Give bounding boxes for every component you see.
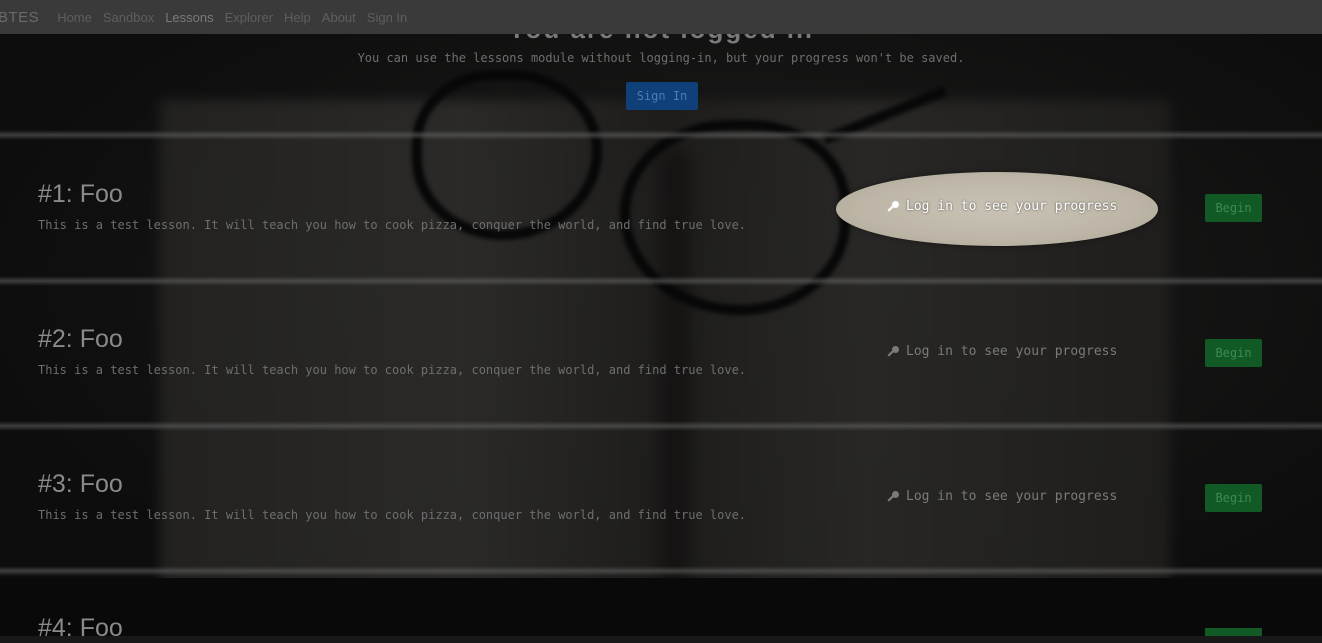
key-icon <box>887 200 899 212</box>
nav-sandbox[interactable]: Sandbox <box>103 10 154 25</box>
lesson-title: #3: Foo <box>38 470 123 498</box>
nav-explorer[interactable]: Explorer <box>225 10 273 25</box>
begin-button[interactable]: Begin <box>1205 339 1262 367</box>
key-icon <box>887 490 899 502</box>
lesson-description: This is a test lesson. It will teach you… <box>38 363 747 377</box>
nav-lessons[interactable]: Lessons <box>165 10 213 25</box>
progress-label: Log in to see your progress <box>906 199 1118 214</box>
progress-status[interactable]: Log in to see your progress <box>886 489 1117 504</box>
sign-in-button[interactable]: Sign In <box>626 82 698 110</box>
page-subtitle: You can use the lessons module without l… <box>357 51 965 65</box>
key-icon <box>887 345 899 357</box>
lessons-page: You are not logged in You can use the le… <box>0 0 1322 642</box>
begin-button[interactable]: Begin <box>1205 484 1262 512</box>
lesson-title: #4: Foo <box>38 614 123 642</box>
lesson-description: This is a test lesson. It will teach you… <box>38 508 747 522</box>
progress-label: Log in to see your progress <box>906 344 1118 359</box>
begin-button[interactable]: Begin <box>1205 194 1262 222</box>
top-navbar: BTES Home Sandbox Lessons Explorer Help … <box>0 0 1322 34</box>
nav-sign-in[interactable]: Sign In <box>367 10 407 25</box>
progress-status[interactable]: Log in to see your progress <box>886 344 1117 359</box>
lesson-title: #2: Foo <box>38 325 123 353</box>
lesson-title: #1: Foo <box>38 180 123 208</box>
brand-logo[interactable]: BTES <box>0 9 39 26</box>
progress-label: Log in to see your progress <box>906 489 1118 504</box>
nav-about[interactable]: About <box>322 10 356 25</box>
begin-button[interactable] <box>1205 628 1262 636</box>
lesson-description: This is a test lesson. It will teach you… <box>38 218 747 232</box>
progress-status-highlighted[interactable]: Log in to see your progress <box>886 199 1117 214</box>
nav-home[interactable]: Home <box>57 10 92 25</box>
nav-help[interactable]: Help <box>284 10 311 25</box>
